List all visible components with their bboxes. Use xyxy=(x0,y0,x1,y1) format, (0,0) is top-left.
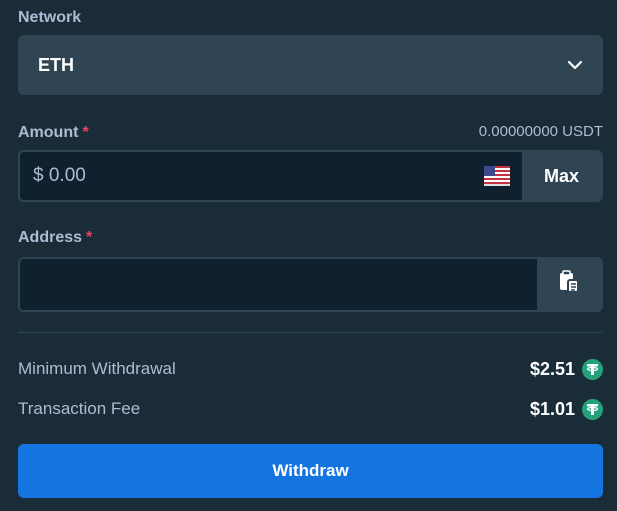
amount-label: Amount * xyxy=(18,124,89,141)
required-mark: * xyxy=(86,229,93,246)
minimum-withdrawal-value-group: $2.51 xyxy=(529,358,603,380)
address-input[interactable] xyxy=(20,259,537,310)
address-label: Address * xyxy=(18,229,93,246)
us-flag-icon xyxy=(484,166,510,186)
network-label: Network xyxy=(18,9,82,26)
transaction-fee-row: Transaction Fee $1.01 xyxy=(18,397,603,421)
divider xyxy=(18,332,603,333)
chevron-down-icon xyxy=(567,57,583,73)
minimum-withdrawal-label: Minimum Withdrawal xyxy=(18,359,176,378)
network-select[interactable]: ETH xyxy=(18,35,603,95)
minimum-withdrawal-value: $2.51 xyxy=(529,358,575,379)
clipboard-icon xyxy=(558,270,580,299)
tether-icon xyxy=(582,358,603,380)
required-mark: * xyxy=(82,124,89,141)
transaction-fee-label: Transaction Fee xyxy=(18,399,141,418)
amount-value: $ 0.00 xyxy=(33,165,86,186)
address-field-group xyxy=(18,257,603,312)
transaction-fee-value: $1.01 xyxy=(529,398,575,419)
amount-input[interactable]: $ 0.00 xyxy=(20,152,522,200)
max-button[interactable]: Max xyxy=(522,152,601,200)
withdraw-panel: Network ETH Amount * 0.00000000 USDT $ 0.… xyxy=(0,0,617,511)
balance-text: 0.00000000 USDT xyxy=(478,123,603,140)
tether-icon xyxy=(582,398,603,420)
network-selected-value: ETH xyxy=(38,54,74,75)
withdraw-button[interactable]: Withdraw xyxy=(18,444,603,498)
paste-button[interactable] xyxy=(537,259,601,310)
minimum-withdrawal-row: Minimum Withdrawal $2.51 xyxy=(18,357,603,381)
transaction-fee-value-group: $1.01 xyxy=(529,398,603,420)
amount-field-group: $ 0.00 Max xyxy=(18,150,603,202)
